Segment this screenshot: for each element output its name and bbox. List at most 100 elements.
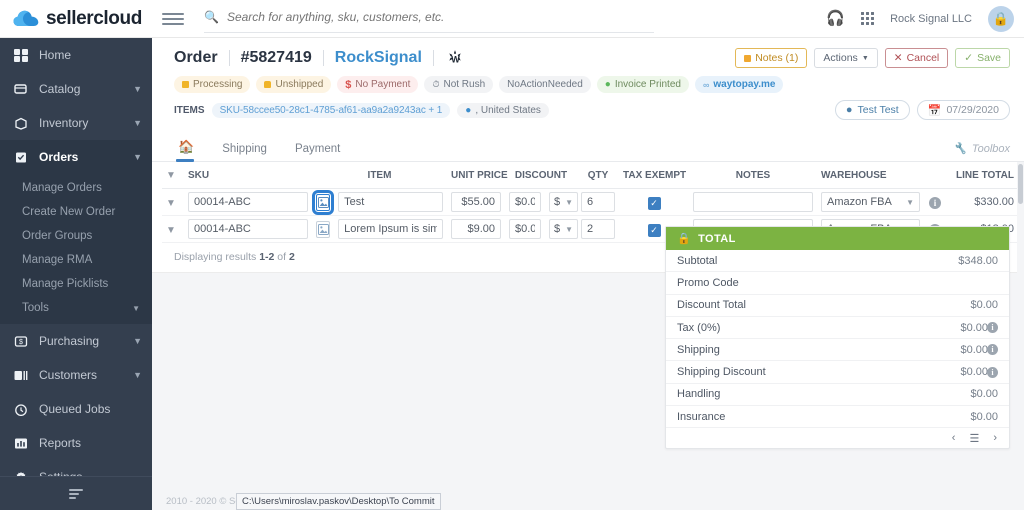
sidebar-item-home[interactable]: Home [0,38,152,72]
sidebar-item-reports[interactable]: Reports [0,426,152,460]
qty-input[interactable] [581,219,616,239]
walmart-logo-icon: W [445,49,465,68]
list-view-icon[interactable]: ☰ [969,432,979,445]
sku-input[interactable] [188,219,308,239]
sidebar-item-manage-orders[interactable]: Manage Orders [0,176,152,200]
totals-row-promo-code[interactable]: Promo Code [666,272,1009,295]
status-badge-no-action-needed: NoActionNeeded [499,76,591,93]
search-input[interactable] [226,10,654,24]
sidebar-item-tools[interactable]: Tools ▼ [0,296,152,320]
notes-input[interactable] [693,192,814,212]
sidebar-item-order-groups[interactable]: Order Groups [0,224,152,248]
save-button[interactable]: ✓ Save [955,48,1010,68]
item-name-input[interactable] [338,219,443,239]
sidebar-item-orders[interactable]: Orders ▼ [0,140,152,174]
chevron-down-icon[interactable]: ▼ [166,170,176,181]
tax-exempt-checkbox[interactable]: ✓ [647,196,661,210]
sku-input[interactable] [188,192,308,212]
sidebar-item-catalog[interactable]: Catalog ▼ [0,72,152,106]
table-header-row: ▼ SKU ITEM UNIT PRICE DISCOUNT QTY TAX E… [162,162,1024,189]
row-expand-icon[interactable]: ▼ [166,225,176,236]
discount-input[interactable] [509,219,541,239]
actions-button-label: Actions [823,52,858,64]
sidebar-item-manage-picklists[interactable]: Manage Picklists [0,272,152,296]
unit-price-input[interactable] [451,192,501,212]
catalog-icon [13,83,29,96]
cancel-button[interactable]: ✕ Cancel [884,48,949,68]
row-expand-icon[interactable]: ▼ [166,198,176,209]
headset-icon[interactable]: 🎧 [826,11,845,26]
sidebar-footer [0,476,152,510]
title-divider [322,50,324,66]
sidebar-item-label: Home [39,48,72,62]
discount-input[interactable] [509,192,541,212]
item-image-button[interactable] [311,189,335,215]
status-badge-not-rush: ⏱ Not Rush [424,76,494,93]
tab-shipping[interactable]: Shipping [208,143,281,161]
tab-payment[interactable]: Payment [281,143,354,161]
toolbox-label: Toolbox [971,142,1010,155]
item-image-button[interactable] [316,220,331,238]
assignee-button[interactable]: ● Test Test [834,100,910,120]
purchasing-icon: $ [13,335,29,348]
order-status-badges: Processing Unshipped $ No Payment ⏱ Not … [174,76,1010,93]
col-warehouse: WAREHOUSE [817,162,925,189]
expand-all-header[interactable]: ▼ [162,162,184,189]
info-icon[interactable]: i [987,366,998,378]
scrollbar-thumb[interactable] [1018,164,1023,204]
totals-value-wrap: $0.00 i [960,366,998,378]
vertical-scrollbar[interactable] [1017,162,1024,510]
lock-avatar-icon[interactable]: 🔒 [988,5,1014,32]
title-divider [228,50,230,66]
tax-exempt-checkbox[interactable]: ✓ [647,223,661,237]
warehouse-select[interactable]: Amazon FBA ▼ [821,192,921,212]
actions-button[interactable]: Actions ▼ [814,48,878,68]
apps-grid-icon[interactable] [861,12,875,25]
notes-button[interactable]: Notes (1) [735,48,808,68]
order-title-row: Order #5827419 RockSignal W Notes (1) Ac… [174,48,1010,68]
prev-page-icon[interactable]: ‹ [952,432,956,444]
sidebar-item-manage-rma[interactable]: Manage RMA [0,248,152,272]
hamburger-icon[interactable] [162,10,184,28]
sidebar-item-settings[interactable]: Settings [0,460,152,476]
items-sku-chip[interactable]: SKU-58ccee50-28c1-4785-af61-aa9a2a9243ac… [211,102,451,118]
brand-logo[interactable]: sellercloud [0,0,152,38]
sidebar: Home Catalog ▼ Inventory ▼ Orders ▼ Mana… [0,38,152,510]
qty-input[interactable] [581,192,616,212]
tab-overview[interactable]: 🏠 [174,139,208,162]
item-name-input[interactable] [338,192,443,212]
next-page-icon[interactable]: › [993,432,997,444]
order-channel-link[interactable]: RockSignal [335,49,422,67]
note-square-icon [744,54,752,62]
sidebar-item-label: Customers [39,368,98,382]
totals-value-wrap: $0.00 i [960,322,998,334]
sidebar-item-queued-jobs[interactable]: Queued Jobs [0,392,152,426]
title-divider [432,50,434,66]
warehouse-value: Amazon FBA [827,196,892,208]
unit-price-input[interactable] [451,219,501,239]
info-icon[interactable]: i [929,197,942,209]
toolbox-button[interactable]: 🔧 Toolbox [953,142,1010,161]
sidebar-item-purchasing[interactable]: $ Purchasing ▼ [0,324,152,358]
status-badge-label: Invoice Printed [614,79,681,90]
collapse-menu-icon[interactable] [69,488,83,499]
currency-value: $ [554,196,561,208]
global-search[interactable]: 🔍 [204,5,654,33]
totals-label: Handling [677,388,721,401]
infinity-icon: ∞ [702,79,710,90]
order-date-button[interactable]: 📅 07/29/2020 [916,100,1010,120]
sidebar-item-create-new-order[interactable]: Create New Order [0,200,152,224]
info-icon[interactable]: i [987,322,998,334]
currency-value: $ [554,223,561,235]
currency-select[interactable]: $ ▼ [549,219,579,239]
currency-select[interactable]: $ ▼ [549,192,579,212]
sidebar-subitem-label: Manage RMA [22,254,93,266]
col-notes: NOTES [689,162,818,189]
info-icon[interactable]: i [987,344,998,356]
sidebar-item-inventory[interactable]: Inventory ▼ [0,106,152,140]
sidebar-item-label: Catalog [39,82,81,96]
status-badge-no-payment: $ No Payment [337,76,419,93]
home-icon: 🏠 [178,139,195,154]
sidebar-item-customers[interactable]: Customers ▼ [0,358,152,392]
status-badge-waytopay[interactable]: ∞ waytopay.me [694,76,784,93]
